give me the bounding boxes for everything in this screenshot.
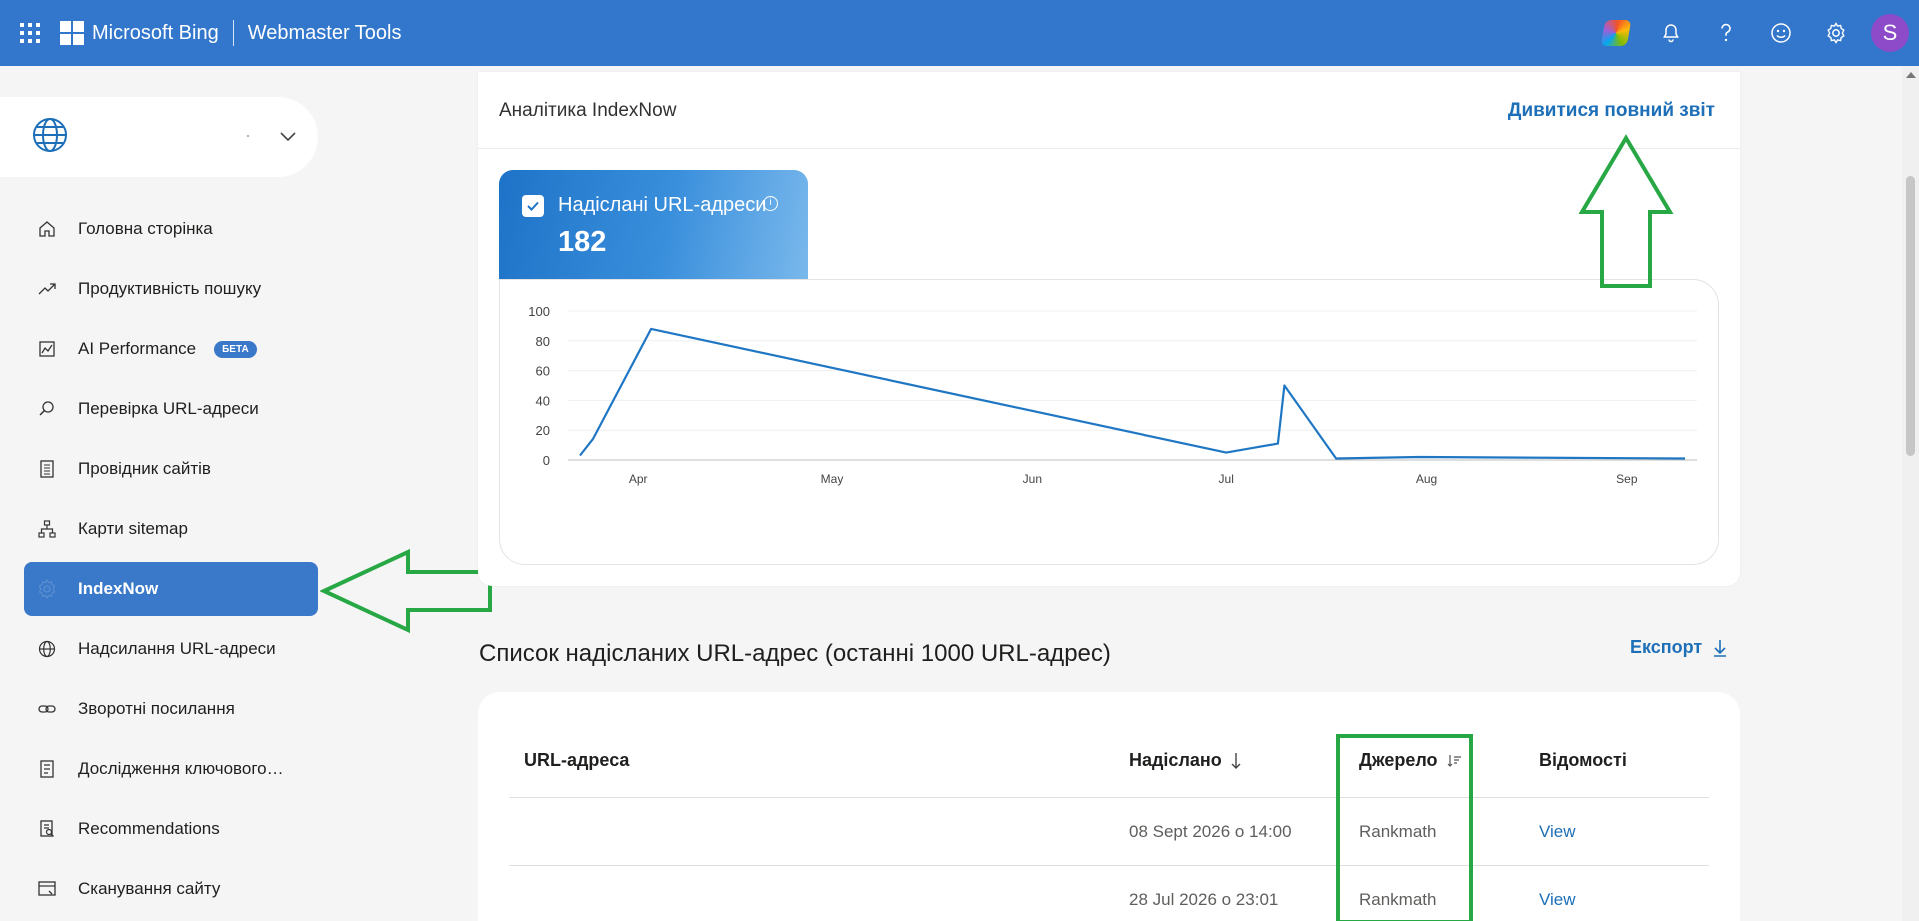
sidebar-item-label: AI Performance <box>78 339 197 358</box>
site-picker[interactable] <box>0 97 318 177</box>
card-divider <box>478 148 1740 149</box>
x-tick-label: Jul <box>1219 472 1234 486</box>
y-tick-label: 20 <box>536 423 550 438</box>
product-name[interactable]: Webmaster Tools <box>248 22 402 45</box>
annotation-arrow-left <box>320 548 492 634</box>
recommendations-icon <box>24 819 70 839</box>
sidebar-item-label: IndexNow <box>78 579 159 598</box>
sidebar-item-search-performance[interactable]: Продуктивність пошуку <box>24 262 318 316</box>
annotation-arrow-up <box>1578 134 1674 288</box>
info-icon[interactable]: i <box>763 196 778 211</box>
submitted-urls-list-title: Список надісланих URL-адрес (останні 100… <box>479 640 1111 667</box>
sidebar-item-home[interactable]: Головна сторінка <box>24 202 318 256</box>
sidebar-item-ai-performance[interactable]: AI Performance БЕТА <box>24 322 318 376</box>
sidebar-item-label: Recommendations <box>78 819 220 838</box>
sidebar-item-keyword-research[interactable]: Дослідження ключового… <box>24 742 318 796</box>
globe-icon <box>24 639 70 659</box>
app-launcher-icon[interactable] <box>20 23 40 43</box>
x-tick-label: Jun <box>1023 472 1042 486</box>
sidebar-item-submit-urls[interactable]: Надсилання URL-адреси <box>24 622 318 676</box>
help-icon[interactable] <box>1698 0 1753 66</box>
sidebar-item-label: Дослідження ключового… <box>78 759 284 778</box>
row-view-link[interactable]: View <box>1539 890 1576 910</box>
site-picker-dot <box>247 135 249 137</box>
row-submitted: 08 Sept 2026 о 14:00 <box>1129 822 1292 841</box>
y-tick-label: 100 <box>528 304 550 319</box>
row-view-link[interactable]: View <box>1539 822 1576 842</box>
sidebar-item-recommendations[interactable]: Recommendations <box>24 802 318 856</box>
column-header-url[interactable]: URL-адреса <box>524 750 629 771</box>
copilot-icon[interactable] <box>1588 0 1643 66</box>
y-tick-label: 0 <box>543 453 550 468</box>
x-tick-label: Sep <box>1616 472 1638 486</box>
sitemap-icon <box>24 519 70 539</box>
row-divider <box>509 797 1709 798</box>
x-tick-label: Apr <box>629 472 648 486</box>
column-header-submitted[interactable]: Надіслано <box>1129 750 1242 771</box>
scan-icon <box>24 879 70 899</box>
sidebar-item-backlinks[interactable]: Зворотні посилання <box>24 682 318 736</box>
sidebar-item-indexnow[interactable]: IndexNow <box>24 562 318 616</box>
indexnow-analytics-card: Аналітика IndexNow Дивитися повний звіт … <box>478 72 1740 586</box>
submitted-urls-metric[interactable]: Надіслані URL-адреси i 182 <box>499 170 808 279</box>
sidebar-item-label: Карти sitemap <box>78 519 188 538</box>
analytics-title: Аналітика IndexNow <box>499 100 677 121</box>
series-line <box>579 327 1686 460</box>
sort-desc-icon <box>1231 752 1241 769</box>
chevron-down-icon[interactable] <box>278 125 298 154</box>
beta-badge: БЕТА <box>214 340 257 358</box>
sidebar-item-label: Провідник сайтів <box>78 459 211 478</box>
scroll-up-icon[interactable] <box>1906 72 1916 78</box>
search-icon <box>24 399 70 419</box>
chart-icon <box>24 339 70 359</box>
microsoft-logo-icon <box>60 21 84 45</box>
submitted-urls-table: URL-адреса Надіслано Джерело Відомості 0… <box>478 692 1740 921</box>
globe-icon <box>32 117 68 158</box>
sidebar-item-label: Продуктивність пошуку <box>78 279 262 298</box>
y-tick-label: 80 <box>536 334 550 349</box>
settings-icon[interactable] <box>1808 0 1863 66</box>
export-button[interactable]: Експорт <box>1630 637 1728 658</box>
line-chart: 0 20 40 60 80 100 Apr May Jun Jul Aug Sep <box>528 304 1697 486</box>
keyword-icon <box>24 759 70 779</box>
metric-value: 182 <box>558 226 607 258</box>
row-divider <box>509 865 1709 866</box>
home-icon <box>24 219 70 239</box>
avatar[interactable]: S <box>1871 14 1909 52</box>
brand-separator <box>232 20 234 46</box>
chart-container: 0 20 40 60 80 100 Apr May Jun Jul Aug Sep <box>499 279 1719 565</box>
link-icon <box>24 699 70 719</box>
export-label: Експорт <box>1630 637 1703 657</box>
scrollbar-thumb[interactable] <box>1906 176 1915 456</box>
sidebar-item-label: Зворотні посилання <box>78 699 235 718</box>
trend-icon <box>24 279 70 299</box>
sidebar-item-site-explorer[interactable]: Провідник сайтів <box>24 442 318 496</box>
sidebar-item-label: Перевірка URL-адреси <box>78 399 259 418</box>
full-report-link[interactable]: Дивитися повний звіт <box>1508 100 1715 122</box>
sidebar-item-sitemaps[interactable]: Карти sitemap <box>24 502 318 556</box>
annotation-source-highlight <box>1336 734 1473 921</box>
checkbox-checked-icon[interactable] <box>522 195 544 217</box>
indexnow-icon <box>24 578 70 600</box>
sidebar-item-site-scan[interactable]: Сканування сайту <box>24 862 318 916</box>
metric-label: Надіслані URL-адреси <box>558 194 767 216</box>
sidebar-item-label: Головна сторінка <box>78 219 213 238</box>
download-icon <box>1714 639 1727 657</box>
column-header-details[interactable]: Відомості <box>1539 750 1627 771</box>
row-submitted: 28 Jul 2026 о 23:01 <box>1129 890 1279 909</box>
x-tick-label: Aug <box>1416 472 1437 486</box>
feedback-icon[interactable] <box>1753 0 1808 66</box>
brand-name[interactable]: Microsoft Bing <box>92 22 219 45</box>
bell-icon[interactable] <box>1643 0 1698 66</box>
sidebar-item-label: Сканування сайту <box>78 879 221 898</box>
page-scrollbar[interactable] <box>1902 66 1919 921</box>
x-tick-label: May <box>821 472 844 486</box>
explorer-icon <box>24 459 70 479</box>
top-bar: Microsoft Bing Webmaster Tools S <box>0 0 1919 66</box>
sidebar: Головна сторінка Продуктивність пошуку A… <box>0 66 340 921</box>
sidebar-item-label: Надсилання URL-адреси <box>78 639 276 658</box>
y-tick-label: 60 <box>536 364 550 379</box>
y-tick-label: 40 <box>536 393 550 408</box>
sidebar-item-url-inspection[interactable]: Перевірка URL-адреси <box>24 382 318 436</box>
